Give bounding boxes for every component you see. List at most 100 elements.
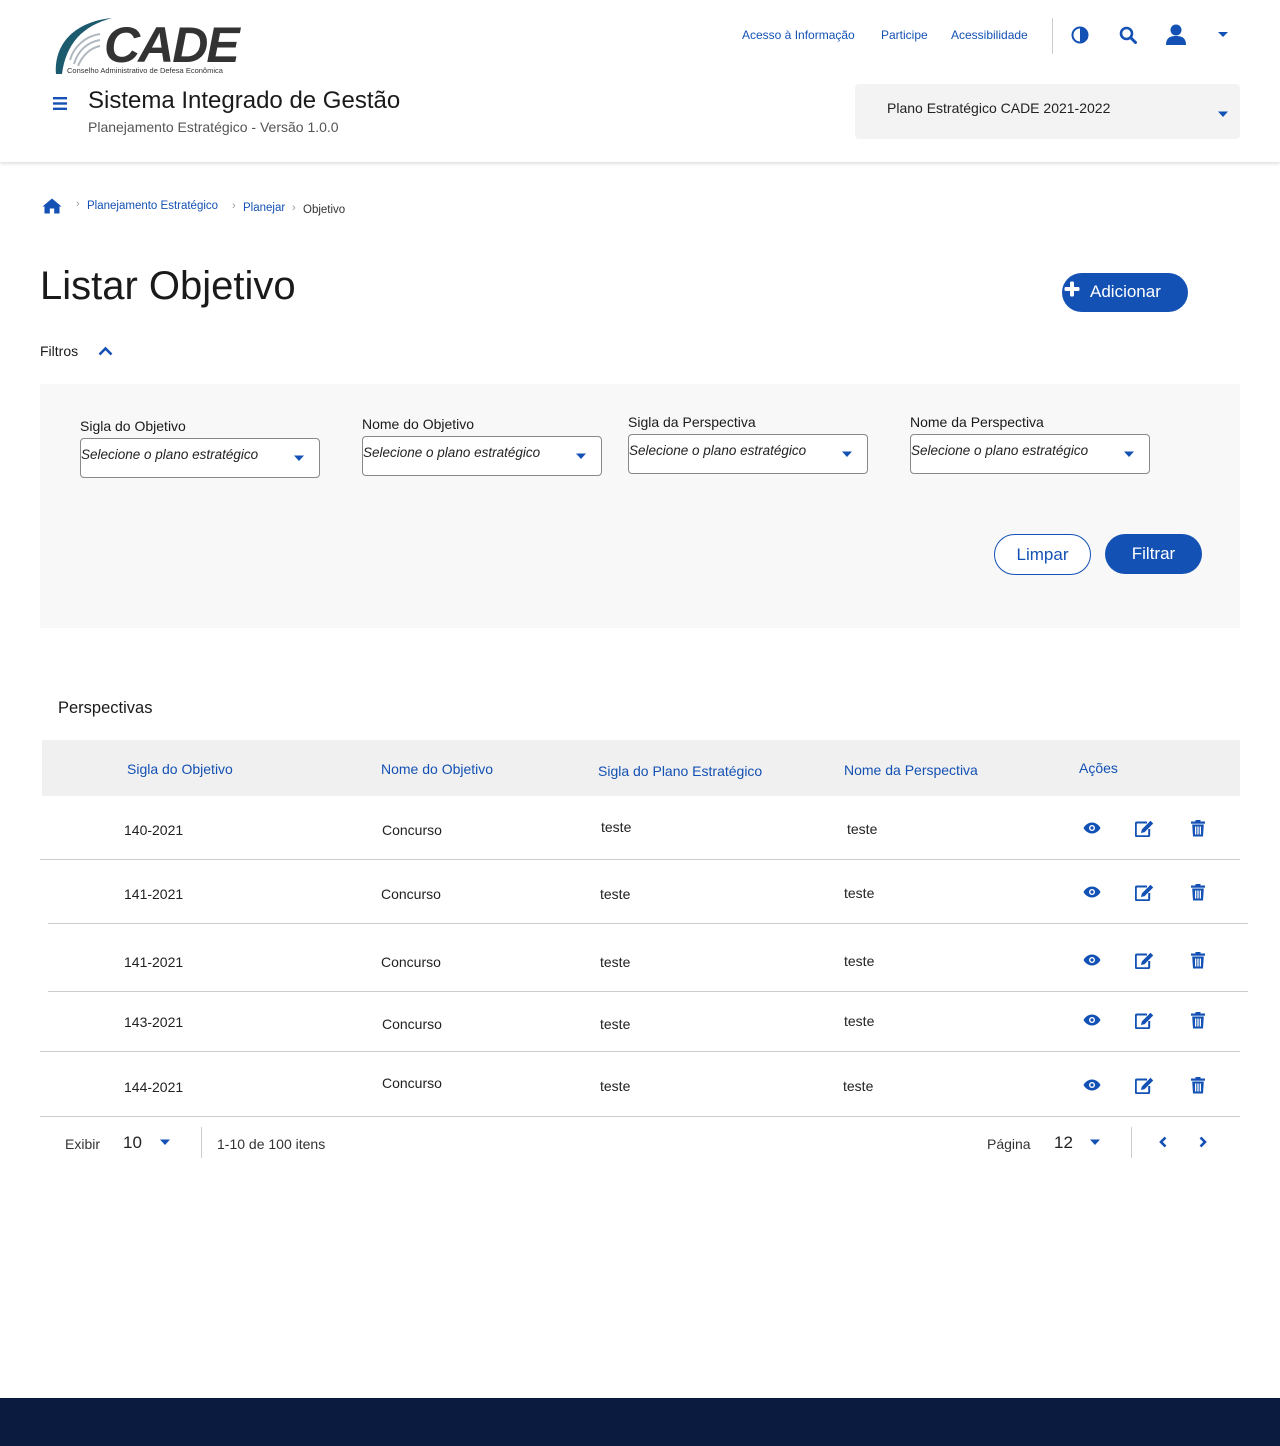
clear-button[interactable]: Limpar [994, 534, 1091, 575]
filter-panel: Sigla do Objetivo Selecione o plano estr… [40, 384, 1240, 628]
breadcrumb-separator: › [76, 198, 80, 210]
caret-down-icon [842, 451, 852, 457]
chevron-up-icon[interactable] [98, 346, 113, 356]
contrast-icon[interactable] [1071, 26, 1089, 44]
add-button-label: Adicionar [1090, 282, 1161, 301]
column-header-acoes: Ações [1079, 760, 1118, 776]
cell-nome-objetivo: Concurso [381, 886, 441, 902]
table-title: Perspectivas [58, 699, 153, 717]
filters-toggle-label[interactable]: Filtros [40, 343, 78, 359]
edit-icon[interactable] [1135, 952, 1154, 969]
filter-placeholder: Selecione o plano estratégico [81, 447, 259, 462]
plus-icon [1064, 281, 1080, 297]
cade-logo[interactable]: CADE Conselho Administrativo de Defesa E… [52, 16, 242, 76]
cell-nome-perspectiva: teste [844, 1013, 875, 1029]
caret-down-icon [576, 453, 586, 459]
cell-nome-perspectiva: teste [847, 821, 878, 837]
column-header-nome-perspectiva[interactable]: Nome da Perspectiva [844, 762, 978, 778]
chevron-left-icon[interactable] [1158, 1136, 1168, 1148]
menu-icon[interactable] [53, 97, 67, 110]
filter-placeholder: Selecione o plano estratégico [629, 443, 807, 458]
trash-icon[interactable] [1191, 1012, 1205, 1029]
cell-sigla-objetivo: 144-2021 [124, 1079, 184, 1095]
current-page-value[interactable]: 12 [1054, 1133, 1073, 1153]
trash-icon[interactable] [1191, 1077, 1205, 1094]
column-header-sigla-objetivo[interactable]: Sigla do Objetivo [127, 761, 233, 777]
cell-sigla-objetivo: 140-2021 [124, 822, 184, 838]
eye-icon[interactable] [1083, 1079, 1101, 1091]
filter-label-nome-objetivo: Nome do Objetivo [362, 416, 475, 432]
table-header: Sigla do Objetivo Nome do Objetivo Sigla… [42, 740, 1240, 796]
filter-select-sigla-objetivo[interactable]: Selecione o plano estratégico [80, 438, 320, 478]
pagination-divider [201, 1127, 202, 1158]
cell-sigla-objetivo: 143-2021 [124, 1014, 184, 1030]
filter-select-nome-perspectiva[interactable]: Selecione o plano estratégico [910, 434, 1150, 474]
user-menu-caret-down-icon[interactable] [1217, 31, 1229, 39]
chevron-right-icon[interactable] [1198, 1136, 1208, 1148]
caret-down-icon [1218, 111, 1228, 117]
caret-down-icon [1124, 451, 1134, 457]
system-title: Sistema Integrado de Gestão [88, 87, 401, 114]
plan-select[interactable]: Plano Estratégico CADE 2021-2022 [855, 84, 1240, 139]
page-size-caret-down-icon[interactable] [159, 1139, 171, 1146]
filter-label-sigla-perspectiva: Sigla da Perspectiva [628, 414, 756, 430]
filter-label-sigla-objetivo: Sigla do Objetivo [80, 418, 186, 434]
system-subtitle: Planejamento Estratégico - Versão 1.0.0 [88, 119, 339, 135]
home-icon[interactable] [42, 198, 62, 214]
filter-select-nome-objetivo[interactable]: Selecione o plano estratégico [362, 436, 602, 476]
column-header-sigla-plano[interactable]: Sigla do Plano Estratégico [598, 763, 762, 779]
cell-nome-objetivo: Concurso [382, 1075, 442, 1091]
logo-subtitle: Conselho Administrativo de Defesa Econôm… [67, 66, 223, 75]
breadcrumb-current: Objetivo [303, 204, 346, 216]
cell-sigla-plano: teste [600, 886, 631, 902]
page-size-value[interactable]: 10 [123, 1133, 142, 1153]
edit-icon[interactable] [1135, 820, 1154, 837]
caret-down-icon [294, 455, 304, 461]
filter-button[interactable]: Filtrar [1105, 534, 1202, 574]
edit-icon[interactable] [1135, 1012, 1154, 1029]
search-icon[interactable] [1119, 26, 1137, 44]
column-header-nome-objetivo[interactable]: Nome do Objetivo [381, 761, 493, 777]
edit-icon[interactable] [1135, 884, 1154, 901]
cell-nome-perspectiva: teste [844, 885, 875, 901]
cell-sigla-plano: teste [601, 819, 632, 835]
eye-icon[interactable] [1083, 886, 1101, 898]
row-divider [40, 859, 1240, 860]
row-divider [40, 1116, 1240, 1117]
cell-nome-perspectiva: teste [843, 1078, 874, 1094]
eye-icon[interactable] [1083, 954, 1101, 966]
link-participe[interactable]: Participe [881, 28, 928, 42]
breadcrumb-planejamento[interactable]: Planejamento Estratégico [87, 200, 218, 212]
cell-sigla-plano: teste [600, 1016, 631, 1032]
row-divider [40, 1051, 1240, 1052]
site-header: CADE Conselho Administrativo de Defesa E… [0, 0, 1280, 162]
user-icon[interactable] [1165, 24, 1187, 46]
page-title: Listar Objetivo [40, 264, 296, 308]
eye-icon[interactable] [1083, 822, 1101, 834]
cell-nome-perspectiva: teste [844, 953, 875, 969]
breadcrumb-separator: › [232, 200, 236, 212]
row-divider [48, 923, 1248, 924]
page-select-caret-down-icon[interactable] [1089, 1139, 1101, 1146]
eye-icon[interactable] [1083, 1014, 1101, 1026]
plan-select-value: Plano Estratégico CADE 2021-2022 [887, 100, 1111, 116]
link-acessibilidade[interactable]: Acessibilidade [951, 28, 1028, 42]
page-size-label: Exibir [65, 1136, 101, 1152]
trash-icon[interactable] [1191, 884, 1205, 901]
cell-nome-objetivo: Concurso [382, 1016, 442, 1032]
cell-sigla-objetivo: 141-2021 [124, 886, 184, 902]
header-divider [1052, 18, 1053, 54]
cell-sigla-plano: teste [600, 954, 631, 970]
breadcrumb-planejar[interactable]: Planejar [243, 202, 285, 214]
trash-icon[interactable] [1191, 820, 1205, 837]
trash-icon[interactable] [1191, 952, 1205, 969]
link-acesso-informacao[interactable]: Acesso à Informação [742, 28, 855, 42]
page-label: Página [987, 1136, 1031, 1152]
range-text: 1-10 de 100 itens [217, 1136, 326, 1152]
add-button[interactable]: Adicionar [1062, 273, 1188, 312]
pagination-divider [1131, 1127, 1132, 1158]
filter-select-sigla-perspectiva[interactable]: Selecione o plano estratégico [628, 434, 868, 474]
edit-icon[interactable] [1135, 1077, 1154, 1094]
filter-placeholder: Selecione o plano estratégico [363, 445, 541, 460]
filter-label-nome-perspectiva: Nome da Perspectiva [910, 414, 1044, 430]
